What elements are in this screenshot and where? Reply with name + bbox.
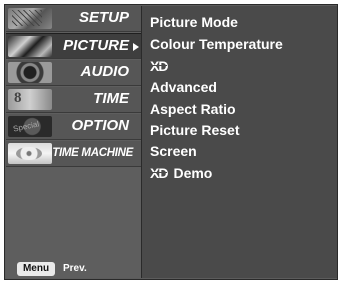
option-picture-mode[interactable]: Picture Mode	[150, 14, 238, 30]
menu-item-label: AUDIO	[80, 63, 129, 80]
menu-item-label: TIME	[93, 90, 129, 107]
option-picture-reset[interactable]: Picture Reset	[150, 122, 239, 138]
menu-item-setup[interactable]: SETUP	[6, 6, 141, 32]
audio-thumbnail-icon	[8, 62, 52, 83]
menu-item-label: SETUP	[78, 9, 129, 26]
time-thumbnail-icon	[8, 89, 52, 110]
option-label: Picture Reset	[150, 122, 240, 138]
menu-item-option[interactable]: OPTION	[6, 114, 141, 140]
option-screen[interactable]: Screen	[150, 143, 197, 159]
menu-item-audio[interactable]: AUDIO	[6, 60, 141, 86]
option-label: Demo	[173, 165, 213, 181]
tv-screen: SETUP PICTURE AUDIO TIME OPTION TIME	[0, 0, 342, 284]
xd-logo-icon: XD	[150, 165, 168, 181]
main-menu-sidebar: SETUP PICTURE AUDIO TIME OPTION TIME	[6, 6, 141, 278]
option-label: Advanced	[150, 79, 217, 95]
option-xd-demo[interactable]: XD Demo	[150, 165, 212, 181]
menu-item-time-machine[interactable]: TIME MACHINE	[6, 141, 141, 167]
option-xd[interactable]: XD	[150, 58, 168, 74]
osd-menu: SETUP PICTURE AUDIO TIME OPTION TIME	[4, 4, 338, 280]
menu-hint-bar: Menu Prev.	[7, 260, 142, 279]
menu-item-label: TIME MACHINE	[52, 147, 133, 159]
xd-logo-icon: XD	[150, 58, 168, 74]
menu-item-label: OPTION	[71, 117, 129, 134]
menu-button[interactable]: Menu	[17, 262, 55, 276]
picture-options-panel: Picture Mode Colour Temperature XD Advan…	[141, 6, 337, 278]
option-label: Picture Mode	[150, 14, 238, 30]
setup-thumbnail-icon	[8, 8, 52, 29]
time-machine-thumbnail-icon	[8, 143, 52, 164]
option-label: Colour Temperature	[150, 36, 283, 52]
option-aspect-ratio[interactable]: Aspect Ratio	[150, 101, 236, 117]
option-thumbnail-icon	[8, 116, 52, 137]
option-label: Aspect Ratio	[150, 101, 236, 117]
prev-label: Prev.	[63, 263, 87, 274]
chevron-right-icon	[133, 43, 139, 51]
menu-item-label: PICTURE	[63, 37, 129, 54]
option-label: Screen	[150, 143, 197, 159]
picture-thumbnail-icon	[8, 36, 52, 57]
menu-item-picture[interactable]: PICTURE	[6, 33, 141, 59]
option-advanced[interactable]: Advanced	[150, 79, 217, 95]
menu-item-time[interactable]: TIME	[6, 87, 141, 113]
option-colour-temperature[interactable]: Colour Temperature	[150, 36, 283, 52]
